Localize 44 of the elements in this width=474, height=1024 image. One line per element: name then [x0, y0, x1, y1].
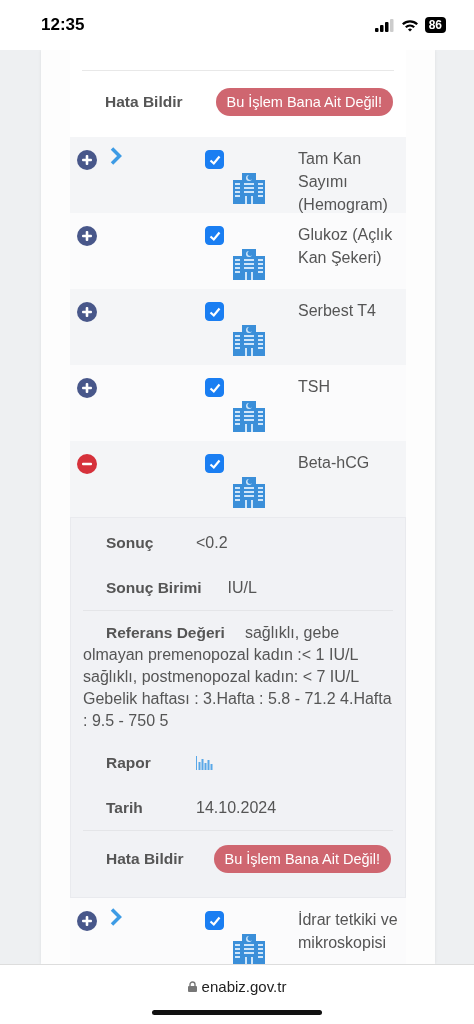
chevron-icon[interactable]	[110, 908, 122, 926]
checkbox[interactable]	[205, 378, 224, 397]
test-name[interactable]: Glukoz (Açlık Kan Şekeri)	[298, 223, 406, 269]
hospital-icon	[233, 401, 265, 432]
report-error-button[interactable]: Bu İşlem Bana Ait Değil!	[215, 88, 394, 116]
collapse-icon[interactable]	[77, 454, 97, 474]
checkbox[interactable]	[205, 226, 224, 245]
expand-icon[interactable]	[77, 911, 97, 931]
test-name[interactable]: Beta-hCG	[298, 451, 406, 474]
status-time: 12:35	[41, 15, 85, 35]
field-label: Hata Bildir	[106, 849, 184, 869]
bar-chart-icon[interactable]	[196, 755, 213, 770]
field-label: Tarih	[106, 797, 144, 818]
expand-icon[interactable]	[77, 302, 97, 322]
checkbox[interactable]	[205, 911, 224, 930]
field-label: Hata Bildir	[105, 92, 183, 112]
field-value: IU/L	[227, 578, 257, 597]
hospital-icon	[233, 477, 265, 508]
hospital-icon	[233, 325, 265, 356]
field-label: Sonuç	[106, 532, 155, 553]
lock-icon	[187, 981, 197, 992]
reference-text: Referans Değeri sağlıklı, gebe olmayan premenopozal kadın :< 1 IU/L sağlıklı, postmenopozal kadın: < 7 IU/L Gebelik haftası : 3.Hafta : 5.8 - 71.2 4.Hafta : 9.5 - 750 5	[83, 623, 393, 731]
expand-icon[interactable]	[77, 226, 97, 246]
url-text[interactable]: enabiz.gov.tr	[201, 978, 287, 995]
signal-icon	[374, 18, 395, 32]
checkbox[interactable]	[205, 150, 224, 169]
chevron-icon[interactable]	[110, 147, 122, 165]
test-name[interactable]: Serbest T4	[298, 299, 406, 322]
field-value: 14.10.2024	[196, 798, 277, 817]
field-label: Sonuç Birimi	[106, 577, 202, 598]
battery-level: 86	[424, 17, 446, 33]
checkbox[interactable]	[205, 302, 224, 321]
hospital-icon	[233, 934, 265, 964]
field-value: <0.2	[196, 533, 228, 552]
hospital-icon	[233, 249, 265, 280]
field-label: Rapor	[106, 752, 152, 773]
checkbox[interactable]	[205, 454, 224, 473]
report-error-button[interactable]: Bu İşlem Bana Ait Değil!	[213, 845, 392, 873]
test-name[interactable]: Tam Kan Sayımı (Hemogram)	[298, 147, 406, 216]
hospital-icon	[233, 173, 265, 204]
wifi-icon	[400, 18, 419, 32]
expand-icon[interactable]	[77, 378, 97, 398]
test-name[interactable]: TSH	[298, 375, 406, 398]
expand-icon[interactable]	[77, 150, 97, 170]
